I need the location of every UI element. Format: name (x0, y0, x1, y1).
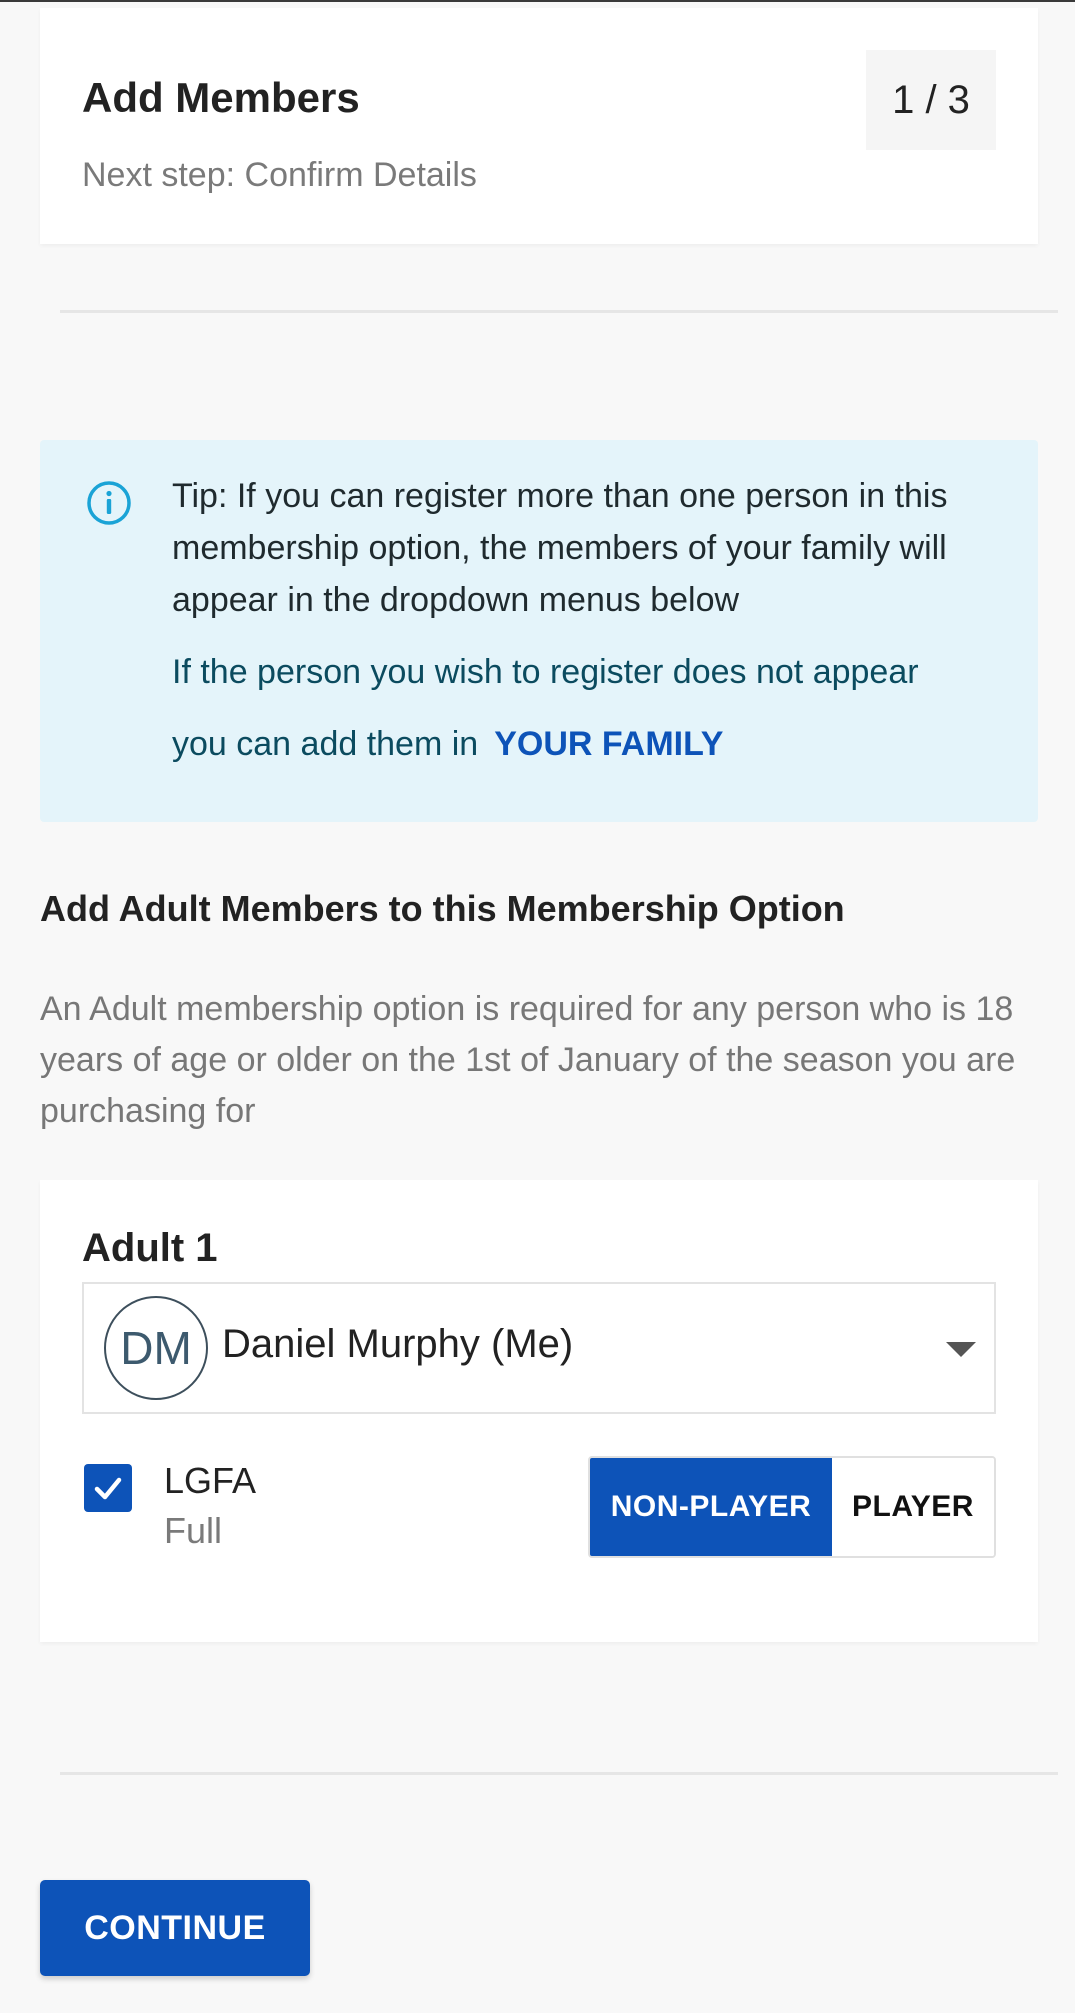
continue-button[interactable]: CONTINUE (40, 1880, 310, 1976)
info-icon (87, 481, 131, 525)
tip-subtext: If the person you wish to register does … (172, 636, 932, 780)
membership-org: LGFA (164, 1460, 257, 1501)
divider (60, 1772, 1058, 1775)
your-family-link[interactable]: YOUR FAMILY (494, 725, 723, 763)
adult-member-card: Adult 1 DM Daniel Murphy (Me) LGFA Full … (40, 1180, 1038, 1642)
caret-down-icon (946, 1342, 976, 1357)
step-counter: 1 / 3 (866, 50, 996, 150)
membership-type: Full (164, 1510, 223, 1551)
section-heading: Add Adult Members to this Membership Opt… (40, 888, 845, 929)
top-border (0, 0, 1075, 2)
section-description: An Adult membership option is required f… (40, 990, 1016, 1130)
page-title: Add Members (82, 74, 360, 121)
player-button[interactable]: PLAYER (832, 1458, 994, 1556)
adult-label: Adult 1 (82, 1226, 218, 1270)
next-step-label: Next step: Confirm Details (82, 156, 477, 194)
member-select-dropdown[interactable]: DM Daniel Murphy (Me) (82, 1282, 996, 1414)
header-card: Add Members Next step: Confirm Details 1… (40, 8, 1038, 244)
divider (60, 310, 1058, 313)
avatar: DM (104, 1296, 208, 1400)
checkmark-icon (94, 1477, 122, 1500)
selected-member-name: Daniel Murphy (Me) (222, 1322, 574, 1366)
non-player-button[interactable]: NON-PLAYER (590, 1458, 832, 1556)
tip-box: Tip: If you can register more than one p… (40, 440, 1038, 822)
tip-text: Tip: If you can register more than one p… (172, 477, 948, 619)
membership-checkbox[interactable] (84, 1464, 132, 1512)
role-toggle: NON-PLAYER PLAYER (588, 1456, 996, 1558)
